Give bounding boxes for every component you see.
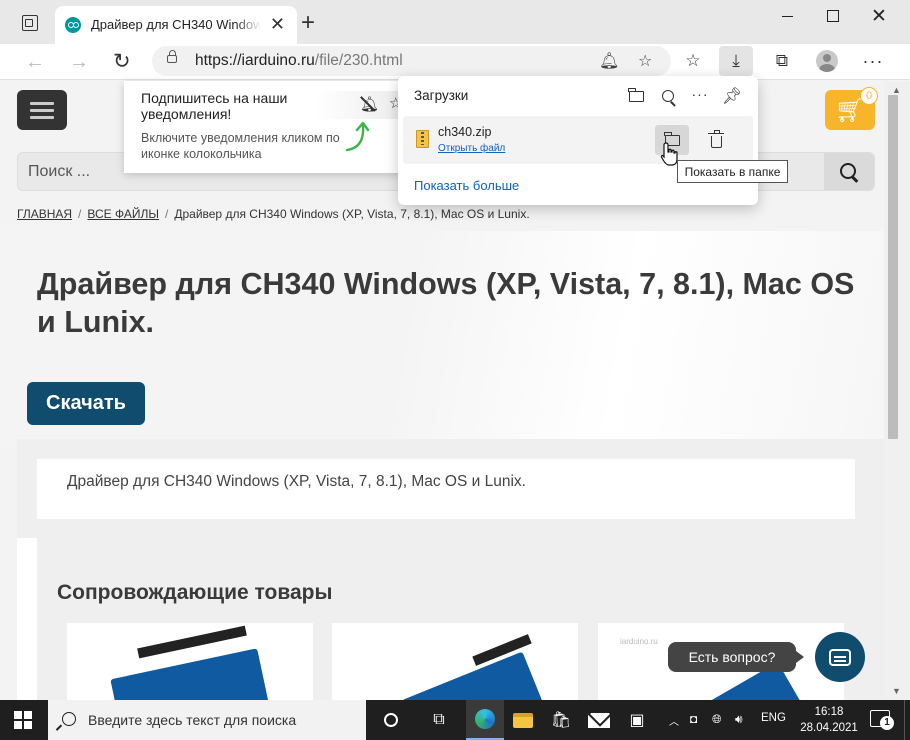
favorites-icon[interactable]: ☆	[676, 46, 710, 76]
add-favorite-icon[interactable]: ☆	[638, 51, 652, 71]
store-icon[interactable]: 🛍︎	[542, 700, 580, 740]
mail-icon[interactable]	[580, 700, 618, 740]
app-installer-icon[interactable]: ▣	[618, 700, 656, 740]
language-indicator[interactable]: ENG	[761, 712, 786, 724]
scroll-up-arrow-icon[interactable]: ▲	[892, 85, 901, 95]
download-item[interactable]: ch340.zip Открыть файл	[403, 116, 753, 164]
notification-title: Подпишитесь на наши уведомления!	[141, 90, 288, 122]
search-icon	[62, 712, 76, 726]
arduino-favicon-icon	[65, 17, 81, 33]
download-button[interactable]: Скачать	[27, 382, 145, 425]
tab-active[interactable]: Драйвер для CH340 Windows (XP ✕	[55, 6, 297, 44]
edge-browser-icon[interactable]	[466, 700, 504, 740]
more-menu-icon[interactable]: ···	[856, 46, 890, 76]
address-bar[interactable]: https://iarduino.ru/file/230.html 🔔︎ ☆	[152, 46, 671, 76]
tab-close-icon[interactable]: ✕	[270, 15, 285, 33]
downloads-title: Загрузки	[414, 88, 469, 103]
lock-icon[interactable]	[167, 50, 177, 63]
breadcrumb: ГЛАВНАЯ / ВСЕ ФАЙЛЫ / Драйвер для CH340 Wind…	[17, 207, 530, 221]
file-explorer-icon[interactable]	[504, 700, 542, 740]
taskbar-search-text: Введите здесь текст для поиска	[88, 712, 297, 728]
bell-off-icon: 🔔︎	[360, 96, 380, 113]
page-scrollbar[interactable]: ▲ ▼	[884, 81, 910, 700]
downloads-flyout: Загрузки ··· 📌︎ ch340.zip Открыть файл П…	[398, 76, 758, 205]
search-icon	[840, 162, 858, 181]
chat-tooltip[interactable]: Есть вопрос?	[668, 642, 804, 672]
related-panel-edge	[17, 538, 37, 700]
new-tab-button[interactable]: +	[301, 11, 315, 35]
close-window-button[interactable]: ✕	[856, 0, 902, 32]
notification-blocked-icon[interactable]: 🔔︎	[599, 51, 619, 71]
hamburger-menu-button[interactable]	[17, 90, 67, 130]
scroll-down-arrow-icon[interactable]: ▼	[892, 686, 901, 696]
clock[interactable]: 16:18 28.04.2021	[797, 704, 861, 736]
description-text: Драйвер для CH340 Windows (XP, Vista, 7,…	[67, 473, 526, 490]
breadcrumb-home[interactable]: ГЛАВНАЯ	[17, 207, 72, 221]
meet-now-icon[interactable]: ◘	[690, 712, 697, 726]
tab-title: Драйвер для CH340 Windows (XP	[91, 17, 261, 32]
zip-file-icon	[416, 130, 429, 148]
url-host: https://iarduino.ru	[195, 52, 315, 69]
show-hidden-icons-icon[interactable]: ︿	[669, 713, 679, 728]
clock-date: 28.04.2021	[800, 722, 858, 734]
network-icon[interactable]: 🌐︎	[712, 712, 722, 727]
description-card: Драйвер для CH340 Windows (XP, Vista, 7,…	[37, 459, 855, 519]
page-title: Драйвер для CH340 Windows (XP, Vista, 7,…	[37, 267, 855, 339]
chat-button[interactable]	[815, 632, 865, 682]
collections-icon[interactable]: ⧉	[765, 46, 799, 76]
reload-icon[interactable]: ↻	[113, 50, 131, 74]
breadcrumb-separator: /	[78, 207, 82, 221]
product-card[interactable]	[67, 623, 313, 700]
search-button[interactable]	[824, 153, 874, 190]
delete-download-button[interactable]	[704, 128, 728, 152]
notification-prompt: Подпишитесь на наши уведомления! Включит…	[124, 81, 404, 173]
product-card[interactable]	[332, 623, 578, 700]
notification-center-icon[interactable]: 1	[870, 710, 894, 730]
maximize-button[interactable]	[810, 0, 856, 32]
windows-start-icon[interactable]	[14, 711, 32, 729]
task-view-icon[interactable]: ⧉	[420, 700, 458, 740]
scrollbar-thumb[interactable]	[888, 95, 898, 439]
notification-text: Включите уведомления кликом по иконке ко…	[141, 131, 340, 161]
tab-actions-icon[interactable]	[22, 15, 38, 31]
profile-icon[interactable]	[810, 46, 844, 76]
curved-arrow-icon	[345, 121, 370, 152]
related-products-title: Сопровождающие товары	[57, 581, 333, 604]
pin-icon[interactable]: 📌︎	[720, 84, 744, 108]
clock-time: 16:18	[814, 706, 844, 718]
url-path: /file/230.html	[314, 52, 403, 69]
notification-count-badge: 1	[880, 716, 894, 730]
back-icon[interactable]: ←	[25, 50, 45, 74]
more-options-icon[interactable]: ···	[688, 82, 712, 106]
breadcrumb-current: Драйвер для CH340 Windows (XP, Vista, 7,…	[174, 207, 530, 221]
arduino-board-image	[110, 648, 274, 700]
volume-icon[interactable]: 🔊︎	[735, 712, 743, 727]
url-text[interactable]: https://iarduino.ru/file/230.html	[195, 52, 403, 70]
watermark-text: iarduino.ru	[620, 637, 658, 646]
cart-count-badge: 0	[860, 87, 878, 105]
open-downloads-folder-icon[interactable]	[624, 84, 648, 108]
search-downloads-icon[interactable]	[656, 84, 680, 108]
breadcrumb-separator: /	[165, 207, 169, 221]
show-desktop-button[interactable]	[904, 700, 910, 740]
show-in-folder-tooltip: Показать в папке	[677, 160, 788, 183]
open-file-link[interactable]: Открыть файл	[438, 143, 505, 154]
chat-bubble-icon	[829, 648, 851, 666]
windows-taskbar: Введите здесь текст для поиска ⧉ 🛍︎ ▣ ︿ …	[0, 700, 910, 740]
minimize-button[interactable]	[764, 0, 810, 32]
show-more-link[interactable]: Показать больше	[414, 178, 519, 193]
cortana-icon[interactable]	[372, 700, 410, 740]
forward-icon[interactable]: →	[69, 50, 89, 74]
taskbar-search[interactable]: Введите здесь текст для поиска	[48, 700, 366, 740]
trash-icon	[707, 129, 724, 148]
browser-toolbar: ← → ↻ https://iarduino.ru/file/230.html …	[0, 44, 910, 80]
tab-strip: Драйвер для CH340 Windows (XP ✕ + ✕	[0, 0, 910, 44]
breadcrumb-all-files[interactable]: ВСЕ ФАЙЛЫ	[87, 207, 159, 221]
downloads-icon[interactable]: ⤓	[719, 46, 753, 76]
download-file-name: ch340.zip	[438, 125, 492, 139]
